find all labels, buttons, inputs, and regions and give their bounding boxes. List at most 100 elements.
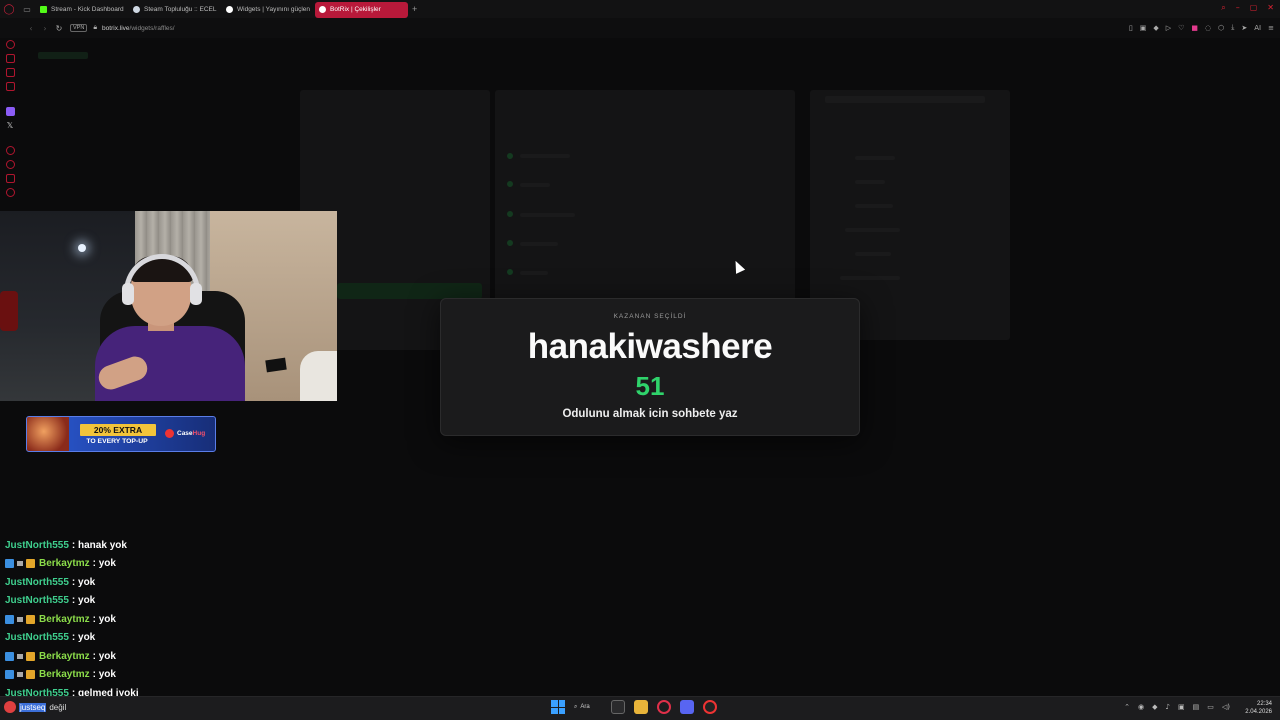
- tray-app-icon[interactable]: ▣: [1178, 703, 1185, 711]
- close-icon[interactable]: ✕: [1267, 3, 1274, 13]
- chat-username: JustNorth555: [5, 632, 69, 644]
- sub-badge-icon: [5, 614, 14, 624]
- sidebar-settings-icon[interactable]: [5, 160, 15, 169]
- tab-steam[interactable]: Steam Topluluğu :: ECEL: [129, 2, 222, 18]
- tab-widgets[interactable]: Widgets | Yayınını güçlen: [222, 2, 315, 18]
- chat-username: JustNorth555: [5, 576, 69, 588]
- chat-badges: [5, 559, 35, 569]
- sponsor-extra-label: 20% EXTRA: [80, 424, 156, 436]
- chat-badges: [5, 614, 35, 624]
- new-tab-icon[interactable]: +: [412, 4, 417, 14]
- sub-badge-icon: [5, 651, 14, 661]
- chat-message: Berkaytmz: yok: [5, 647, 305, 666]
- shield-icon[interactable]: ◆: [1153, 24, 1158, 32]
- ghost-button: [337, 283, 482, 299]
- menu-icon[interactable]: ≡: [1268, 24, 1274, 32]
- search-tabs-icon[interactable]: ⌕: [1221, 3, 1225, 13]
- minimize-icon[interactable]: –: [1236, 3, 1240, 13]
- chat-text: : hanak yok: [71, 539, 127, 551]
- tray-app-icon[interactable]: ◉: [1138, 703, 1144, 711]
- sidebar-aria-icon[interactable]: [5, 40, 15, 49]
- sidebar-x-icon[interactable]: 𝕏: [6, 121, 15, 130]
- chat-text: : yok: [92, 669, 116, 681]
- tray-mic-icon[interactable]: ♪: [1166, 703, 1170, 711]
- maximize-icon[interactable]: ▢: [1250, 3, 1258, 13]
- heart-icon[interactable]: ♡: [1178, 24, 1184, 32]
- windows-start-icon[interactable]: [551, 700, 565, 714]
- aria-ai-button[interactable]: AI: [1254, 24, 1261, 32]
- chat-message: JustNorth555: yok: [5, 573, 305, 592]
- chat-username: JustNorth555: [5, 539, 69, 551]
- mod-badge-icon: [17, 653, 23, 659]
- search-label: Ara: [580, 704, 590, 710]
- ghost-line: [855, 180, 885, 184]
- ghost-line: [855, 252, 891, 256]
- sidebar-extensions-icon[interactable]: [5, 174, 15, 183]
- tray-volume-icon[interactable]: ◁): [1222, 703, 1230, 711]
- ghost-line: [855, 204, 893, 208]
- tab-label: BotRix | Çekilişler: [330, 6, 381, 13]
- taskbar-search[interactable]: ⌕ Ara: [574, 704, 602, 711]
- browser-sidebar: 𝕏: [0, 38, 20, 208]
- sidebar-twitch-icon[interactable]: [5, 107, 15, 116]
- screenshot-icon[interactable]: ▣: [1140, 24, 1147, 32]
- chat-badges: [5, 651, 35, 661]
- ghost-line: [520, 242, 558, 246]
- tray-display-icon[interactable]: ▭: [1207, 703, 1214, 711]
- winner-username: hanakiwashere: [527, 327, 773, 366]
- tab-overview-icon[interactable]: ▭: [18, 0, 36, 18]
- player-icon[interactable]: ▷: [1166, 24, 1171, 32]
- tab-botrix-raffles[interactable]: BotRix | Çekilişler: [315, 1, 408, 18]
- sidebar-history-icon[interactable]: [5, 146, 15, 155]
- tab-kick-dashboard[interactable]: Stream - Kick Dashboard: [36, 2, 129, 18]
- tray-app-icon[interactable]: ◆: [1152, 703, 1157, 711]
- search-icon: ⌕: [574, 703, 578, 710]
- extension-icon[interactable]: ■: [1191, 24, 1198, 32]
- winner-heading: KAZANAN SEÇİLDİ: [613, 313, 687, 320]
- sponsor-character-image: [27, 417, 69, 451]
- mod-badge-icon: [17, 616, 23, 622]
- sponsor-banner: 20% EXTRA TO EVERY TOP-UP CaseHug: [26, 416, 216, 452]
- brand-part-b: Hug: [192, 430, 206, 437]
- discord-app-icon[interactable]: [680, 700, 694, 714]
- chat-icon[interactable]: ◌: [1205, 24, 1211, 32]
- sidebar-more-icon[interactable]: [5, 188, 15, 197]
- cube-icon[interactable]: ⬡: [1218, 24, 1224, 32]
- file-explorer-icon[interactable]: [634, 700, 648, 714]
- ghost-line: [520, 183, 550, 187]
- send-icon[interactable]: ➤: [1241, 24, 1247, 32]
- widget-text-a: justseq: [19, 702, 47, 712]
- vpn-badge[interactable]: VPN: [70, 24, 88, 32]
- ghost-line: [520, 271, 548, 275]
- taskbar-clock[interactable]: 22:34 2.04.2026: [1245, 700, 1272, 716]
- ghost-dot: [507, 153, 513, 159]
- ghost-dot: [507, 269, 513, 275]
- obs-app-icon[interactable]: [703, 700, 717, 714]
- sidebar-bag-icon[interactable]: [5, 54, 15, 63]
- widgets-favicon-icon: [226, 6, 233, 13]
- opera-logo-icon[interactable]: ◯: [0, 0, 18, 18]
- tray-app-icon[interactable]: ▤: [1193, 703, 1200, 711]
- tray-chevron-icon[interactable]: ⌃: [1124, 703, 1130, 711]
- reload-icon[interactable]: ↻: [52, 24, 66, 33]
- ghost-line: [840, 276, 900, 280]
- url-field[interactable]: botrix.live/widgets/raffles/: [102, 25, 175, 32]
- taskbar-widget[interactable]: justseq değil: [4, 701, 66, 713]
- back-icon[interactable]: ‹: [24, 24, 38, 33]
- mod-badge-icon: [17, 561, 23, 567]
- download-icon[interactable]: ⤓: [1231, 23, 1234, 32]
- chat-message: JustNorth555: hanak yok: [5, 536, 305, 555]
- tab-label: Stream - Kick Dashboard: [51, 6, 124, 13]
- sidebar-stream-icon[interactable]: [5, 82, 15, 91]
- clock-time: 22:34: [1256, 701, 1272, 707]
- ghost-dot: [507, 211, 513, 217]
- bookmark-icon[interactable]: ▯: [1129, 24, 1133, 32]
- ghost-dot: [507, 240, 513, 246]
- task-view-icon[interactable]: [611, 700, 625, 714]
- address-bar: ‹ › ↻ VPN 🔒︎ botrix.live/widgets/raffles…: [0, 18, 1280, 38]
- sidebar-gaming-icon[interactable]: [5, 68, 15, 77]
- forward-icon[interactable]: ›: [38, 24, 52, 33]
- chat-text: : yok: [92, 650, 116, 662]
- opera-app-icon[interactable]: [657, 700, 671, 714]
- chat-username: Berkaytmz: [39, 669, 90, 681]
